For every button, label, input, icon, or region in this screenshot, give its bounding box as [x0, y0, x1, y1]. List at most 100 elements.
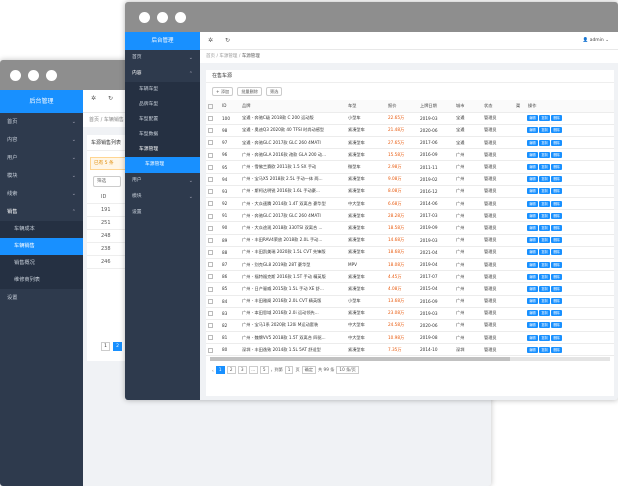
copy-button[interactable]: 复制	[539, 261, 550, 268]
delete-button[interactable]: 删除	[551, 115, 562, 122]
row-checkbox[interactable]	[208, 311, 213, 317]
edit-button[interactable]: 编辑	[527, 176, 538, 183]
row-checkbox[interactable]	[208, 116, 213, 122]
delete-button[interactable]: 删除	[551, 151, 562, 158]
submenu-item[interactable]: 车辆车型	[125, 82, 200, 97]
delete-button[interactable]: 删除	[551, 261, 562, 268]
table-row[interactable]: 93 广州 - 斯柯达明锐 2016款 1.6L 手动豪... 紧凑型车 8.08万 2…	[206, 185, 614, 199]
confirm-button[interactable]: 确定	[301, 366, 317, 375]
submenu-item[interactable]: 车辆成本	[0, 221, 83, 238]
sidebar-item[interactable]: 模块 ⌄	[0, 167, 83, 185]
table-row[interactable]: 98 宝通 - 奥迪Q3 2020款 40 TFSI 时尚动感型 紧凑型车 21.48…	[206, 124, 614, 138]
submenu-item[interactable]: 品牌车型	[125, 97, 200, 112]
toolbar-button[interactable]: 批量删除	[237, 87, 262, 96]
row-checkbox[interactable]	[208, 164, 213, 170]
sidebar-item-settings[interactable]: 设置	[0, 289, 83, 307]
delete-button[interactable]: 删除	[551, 298, 562, 305]
edit-button[interactable]: 编辑	[527, 334, 538, 341]
row-checkbox[interactable]	[208, 274, 213, 280]
delete-button[interactable]: 删除	[551, 237, 562, 244]
submenu-item[interactable]: 销售概况	[0, 255, 83, 272]
copy-button[interactable]: 复制	[539, 249, 550, 256]
submenu-item[interactable]: 维修商列表	[0, 272, 83, 289]
table-row[interactable]: 94 广州 - 宝马X5 2018款 2.5L 手动一体 两... 紧凑型车 9.08…	[206, 173, 614, 186]
row-checkbox[interactable]	[208, 213, 213, 219]
copy-button[interactable]: 复制	[539, 224, 550, 231]
page-button[interactable]: 3	[237, 366, 247, 375]
sidebar-item[interactable]: 首页 ⌄	[125, 50, 200, 66]
sidebar-item[interactable]: 首页 ⌄	[0, 113, 83, 131]
page-button[interactable]: 5	[259, 366, 269, 375]
refresh-icon[interactable]: ↻	[108, 90, 113, 108]
edit-button[interactable]: 编辑	[527, 273, 538, 280]
window-dot[interactable]	[28, 70, 39, 81]
delete-button[interactable]: 删除	[551, 188, 562, 195]
copy-button[interactable]: 复制	[539, 176, 550, 183]
edit-button[interactable]: 编辑	[527, 139, 538, 146]
delete-button[interactable]: 删除	[551, 346, 562, 353]
edit-button[interactable]: 编辑	[527, 249, 538, 256]
user-menu[interactable]: 👤 admin ⌄	[583, 32, 609, 50]
sidebar-item[interactable]: 用户 ⌄	[125, 173, 200, 189]
sidebar-item[interactable]: 用户 ⌄	[0, 149, 83, 167]
copy-button[interactable]: 复制	[539, 346, 550, 353]
row-checkbox[interactable]	[208, 347, 213, 353]
table-row[interactable]: 95 广州 - 雪佛兰赛欧 2011款 1.5 SX 手动 微型车 2.98万 2011…	[206, 160, 614, 174]
copy-button[interactable]: 复制	[539, 139, 550, 146]
edit-button[interactable]: 编辑	[527, 127, 538, 134]
table-row[interactable]: 89 广州 - 丰田RAV4荣放 2018款 2.0L 手动... 紧凑型车 14.6…	[206, 234, 614, 247]
copy-button[interactable]: 复制	[539, 322, 550, 329]
toolbar-button[interactable]: 筛选	[265, 87, 283, 96]
sidebar-item[interactable]: 设置	[125, 205, 200, 221]
table-row[interactable]: 100 宝通 - 奔驰C级 2018款 C 200 运动版 小型车 22.65万 201…	[206, 112, 614, 125]
edit-button[interactable]: 编辑	[527, 115, 538, 122]
breadcrumb-mid[interactable]: 车源管理	[219, 54, 237, 59]
sidebar-item[interactable]: 销售 ⌃	[0, 203, 83, 221]
delete-button[interactable]: 删除	[551, 200, 562, 207]
settings-icon[interactable]: ✲	[208, 32, 213, 50]
window-dot[interactable]	[139, 12, 150, 23]
table-row[interactable]: 80 深圳 - 丰田逸致 2014款 1.5L 5AT 舒适型 紧凑型车 7.35万 2…	[206, 343, 614, 357]
edit-button[interactable]: 编辑	[527, 212, 538, 219]
delete-button[interactable]: 删除	[551, 127, 562, 134]
submenu-item-active[interactable]: 车源管理	[125, 157, 200, 173]
delete-button[interactable]: 删除	[551, 212, 562, 219]
row-checkbox[interactable]	[208, 286, 213, 292]
page-button[interactable]: 1	[101, 342, 110, 351]
submenu-item[interactable]: 车型配置	[125, 112, 200, 127]
delete-button[interactable]: 删除	[551, 164, 562, 171]
breadcrumb-home[interactable]: 首页	[206, 54, 215, 59]
row-checkbox[interactable]	[208, 176, 213, 182]
copy-button[interactable]: 复制	[539, 127, 550, 134]
window-dot[interactable]	[46, 70, 57, 81]
select-all-checkbox[interactable]	[208, 103, 213, 109]
copy-button[interactable]: 复制	[539, 115, 550, 122]
edit-button[interactable]: 编辑	[527, 164, 538, 171]
table-row[interactable]: 87 广州 - 别克GL8 2019款 28T 豪华型 MPV 18.08万 2019-…	[206, 258, 614, 272]
toolbar-button[interactable]: + 添加	[212, 87, 234, 96]
copy-button[interactable]: 复制	[539, 298, 550, 305]
edit-button[interactable]: 编辑	[527, 200, 538, 207]
row-checkbox[interactable]	[208, 225, 213, 231]
copy-button[interactable]: 复制	[539, 188, 550, 195]
edit-button[interactable]: 编辑	[527, 237, 538, 244]
table-row[interactable]: 96 广州 - 奔驰GLA 2016款 改款 GLA 200 动... 紧凑型车 15…	[206, 148, 614, 162]
edit-button[interactable]: 编辑	[527, 261, 538, 268]
copy-button[interactable]: 复制	[539, 237, 550, 244]
next-page-button[interactable]: ›	[271, 368, 273, 373]
row-checkbox[interactable]	[208, 189, 213, 195]
row-checkbox[interactable]	[208, 140, 213, 146]
row-checkbox[interactable]	[208, 335, 213, 341]
edit-button[interactable]: 编辑	[527, 285, 538, 292]
sidebar-item[interactable]: 内容 ⌄	[0, 131, 83, 149]
window-dot[interactable]	[157, 12, 168, 23]
table-row[interactable]: 81 广州 - 魏牌VV5 2018款 1.5T 双离合 四驱... 中大型车 10.…	[206, 331, 614, 345]
table-row[interactable]: 84 广州 - 丰田雅阁 2016款 2.0L CVT 精英版 小型车 13.68万 2…	[206, 295, 614, 308]
delete-button[interactable]: 删除	[551, 249, 562, 256]
table-row[interactable]: 82 广州 - 宝马1系 2020款 120i M运动套装 中大型车 24.58万 20…	[206, 319, 614, 333]
row-checkbox[interactable]	[208, 250, 213, 256]
edit-button[interactable]: 编辑	[527, 310, 538, 317]
delete-button[interactable]: 删除	[551, 224, 562, 231]
delete-button[interactable]: 删除	[551, 310, 562, 317]
submenu-item[interactable]: 车辆销售	[0, 238, 83, 255]
